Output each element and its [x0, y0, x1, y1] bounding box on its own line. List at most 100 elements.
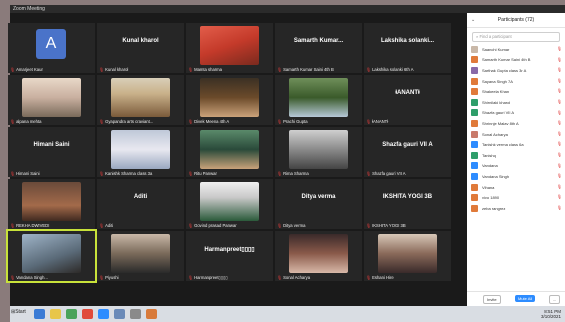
tile-label-text: Divek Meena 4th A — [194, 119, 230, 124]
folder-icon[interactable] — [50, 309, 61, 319]
mic-muted-icon[interactable]: 🎙 — [557, 152, 562, 157]
video-feed — [200, 182, 259, 221]
zoom-icon[interactable] — [98, 309, 109, 319]
participant-row[interactable]: Shirnilaki kharol 🎙 — [467, 97, 565, 108]
chevron-down-icon[interactable]: ⌄ — [471, 13, 475, 27]
video-tile[interactable]: 🎙 Divek Meena 4th A — [186, 75, 273, 125]
tile-label: 🎙 IKSHITA YOGI 3B — [366, 223, 406, 228]
avatar — [471, 183, 478, 191]
participant-row[interactable]: Tanishk verma class 6a 🎙 — [467, 139, 565, 150]
mic-muted-icon[interactable]: 🎙 — [557, 184, 562, 189]
video-tile[interactable]: Ditya verma 🎙 Ditya verma — [275, 179, 362, 229]
video-tile[interactable]: A 🎙 Amarjeet Kaur — [8, 23, 95, 73]
video-tile[interactable]: 🎙 Kanishk Sharma class 3a — [97, 127, 184, 177]
mic-muted-icon[interactable]: 🎙 — [557, 67, 562, 72]
video-tile[interactable]: Samarth Kumar... 🎙 Samarth Kumar Saini 4th… — [275, 23, 362, 73]
avatar — [471, 109, 478, 117]
video-tile[interactable]: Shazfa gauri VII A 🎙 Shazfa gauri VII A — [364, 127, 451, 177]
participant-row[interactable]: Vihana 🎙 — [467, 182, 565, 193]
tile-label: 🎙 alpana mehta — [10, 119, 41, 124]
mic-muted-icon: 🎙 — [366, 275, 372, 280]
participant-row[interactable]: Samarth Kumar Saini 4th B 🎙 — [467, 55, 565, 66]
video-tile[interactable]: Himani Saini 🎙 Himani Saini — [8, 127, 95, 177]
participant-row[interactable]: Saanchi Kumar 🎙 — [467, 44, 565, 55]
participant-row[interactable]: zeba rangrez 🎙 — [467, 203, 565, 214]
video-tile[interactable]: 🎙 Mamta sharma — [186, 23, 273, 73]
mic-muted-icon[interactable]: 🎙 — [557, 78, 562, 83]
mic-muted-icon: 🎙 — [366, 67, 372, 72]
video-tile[interactable]: ⱡANANTⱡ 🎙 ⱡANANTⱡ — [364, 75, 451, 125]
tile-label-text: alpana mehta — [16, 119, 42, 124]
video-tile[interactable]: Lakshika solanki... 🎙 Lakshika solanki 6th… — [364, 23, 451, 73]
more-button[interactable]: ... — [549, 295, 561, 304]
video-tile[interactable]: 🎙 Sonal Acharya — [275, 231, 362, 281]
video-tile[interactable]: 🎙 Prachi Gupta — [275, 75, 362, 125]
mic-muted-icon[interactable]: 🎙 — [557, 163, 562, 168]
mic-muted-icon: 🎙 — [10, 171, 16, 176]
video-feed — [289, 234, 348, 273]
video-tile[interactable]: 🎙 Piyushi — [97, 231, 184, 281]
mic-muted-icon[interactable]: 🎙 — [557, 57, 562, 62]
invite-button[interactable]: Invite — [483, 295, 501, 304]
chrome-icon[interactable] — [82, 309, 93, 319]
mic-muted-icon[interactable]: 🎙 — [557, 141, 562, 146]
app-icon[interactable] — [146, 309, 157, 319]
video-tile[interactable]: 🎙 Gyapandra arts craviant... — [97, 75, 184, 125]
participants-header: ⌄ Participants (72) — [467, 13, 565, 28]
video-tile[interactable]: 🎙 Vandana Singh... — [6, 229, 97, 283]
participant-row[interactable]: Shakeela Khan 🎙 — [467, 86, 565, 97]
video-tile[interactable]: 🎙 REKHA DWIVEDI — [8, 179, 95, 229]
video-feed — [289, 130, 348, 169]
video-tile[interactable]: Harmanpreet▯▯▯▯ 🎙 Harmanpreet▯▯▯▯ — [186, 231, 273, 281]
ie-icon[interactable] — [34, 309, 45, 319]
mic-muted-icon: 🎙 — [99, 171, 105, 176]
participant-name: Shrinnje Malav 8th A — [482, 120, 519, 126]
app-icon[interactable] — [114, 309, 125, 319]
mic-muted-icon[interactable]: 🎙 — [557, 205, 562, 210]
participant-search-input[interactable]: ⌕ Find a participant — [472, 32, 560, 42]
tile-label: 🎙 Harmanpreet▯▯▯▯ — [188, 275, 228, 280]
mic-muted-icon: 🎙 — [366, 223, 372, 228]
participant-row[interactable]: vivo 1890 🎙 — [467, 192, 565, 203]
tile-display-name: ⱡANANTⱡ — [395, 90, 420, 96]
participant-row[interactable]: Sarthak Gupta class 3r A 🎙 — [467, 65, 565, 76]
mic-muted-icon[interactable]: 🎙 — [557, 173, 562, 178]
video-tile[interactable]: 🎙 Eshani Hire — [364, 231, 451, 281]
mic-muted-icon[interactable]: 🎙 — [557, 99, 562, 104]
video-tile[interactable]: Kunal kharol 🎙 Kunal kharol — [97, 23, 184, 73]
tile-label-text: IKSHITA YOGI 3B — [372, 223, 406, 228]
media-icon[interactable] — [66, 309, 77, 319]
tile-display-name: Aditi — [133, 194, 148, 200]
mic-muted-icon[interactable]: 🎙 — [557, 194, 562, 199]
mic-muted-icon[interactable]: 🎙 — [557, 120, 562, 125]
avatar — [471, 66, 478, 74]
clock-date: 3/10/2021 — [540, 314, 561, 319]
mic-muted-icon[interactable]: 🎙 — [557, 131, 562, 136]
participant-row[interactable]: Sonal Acharya 🎙 — [467, 129, 565, 140]
app-icon[interactable] — [130, 309, 141, 319]
mic-muted-icon: 🎙 — [277, 67, 283, 72]
video-tile[interactable]: IKSHITA YOGI 3B 🎙 IKSHITA YOGI 3B — [364, 179, 451, 229]
video-tile[interactable]: 🎙 alpana mehta — [8, 75, 95, 125]
participant-name: vivo 1890 — [482, 195, 500, 201]
participant-row[interactable]: Vandana 🎙 — [467, 161, 565, 172]
start-button[interactable]: ⊞Start — [11, 309, 26, 319]
mic-muted-icon[interactable]: 🎙 — [557, 46, 562, 51]
mic-muted-icon[interactable]: 🎙 — [557, 110, 562, 115]
video-tile[interactable]: 🎙 Rima Sharma — [275, 127, 362, 177]
tile-label-text: Govind prasad Panwar — [194, 223, 237, 228]
participant-name: Vandana — [482, 163, 498, 169]
participant-row[interactable]: Tanishq 🎙 — [467, 150, 565, 161]
mic-muted-icon[interactable]: 🎙 — [557, 88, 562, 93]
participant-row[interactable]: Sayana Singh 7A 🎙 — [467, 76, 565, 87]
mic-muted-icon: 🎙 — [188, 67, 194, 72]
video-tile[interactable]: 🎙 Ritu Panwar — [186, 127, 273, 177]
video-tile[interactable]: 🎙 Govind prasad Panwar — [186, 179, 273, 229]
tile-label-text: REKHA DWIVEDI — [16, 223, 50, 228]
participant-row[interactable]: Shrinnje Malav 8th A 🎙 — [467, 118, 565, 129]
tile-label: 🎙 ⱡANANTⱡ — [366, 119, 388, 124]
participant-row[interactable]: Vandana Singh 🎙 — [467, 171, 565, 182]
video-tile[interactable]: Aditi 🎙 Aditi — [97, 179, 184, 229]
participant-row[interactable]: Shazfa gauri VII A 🎙 — [467, 108, 565, 119]
mute-all-button[interactable]: Mute All — [515, 295, 536, 302]
